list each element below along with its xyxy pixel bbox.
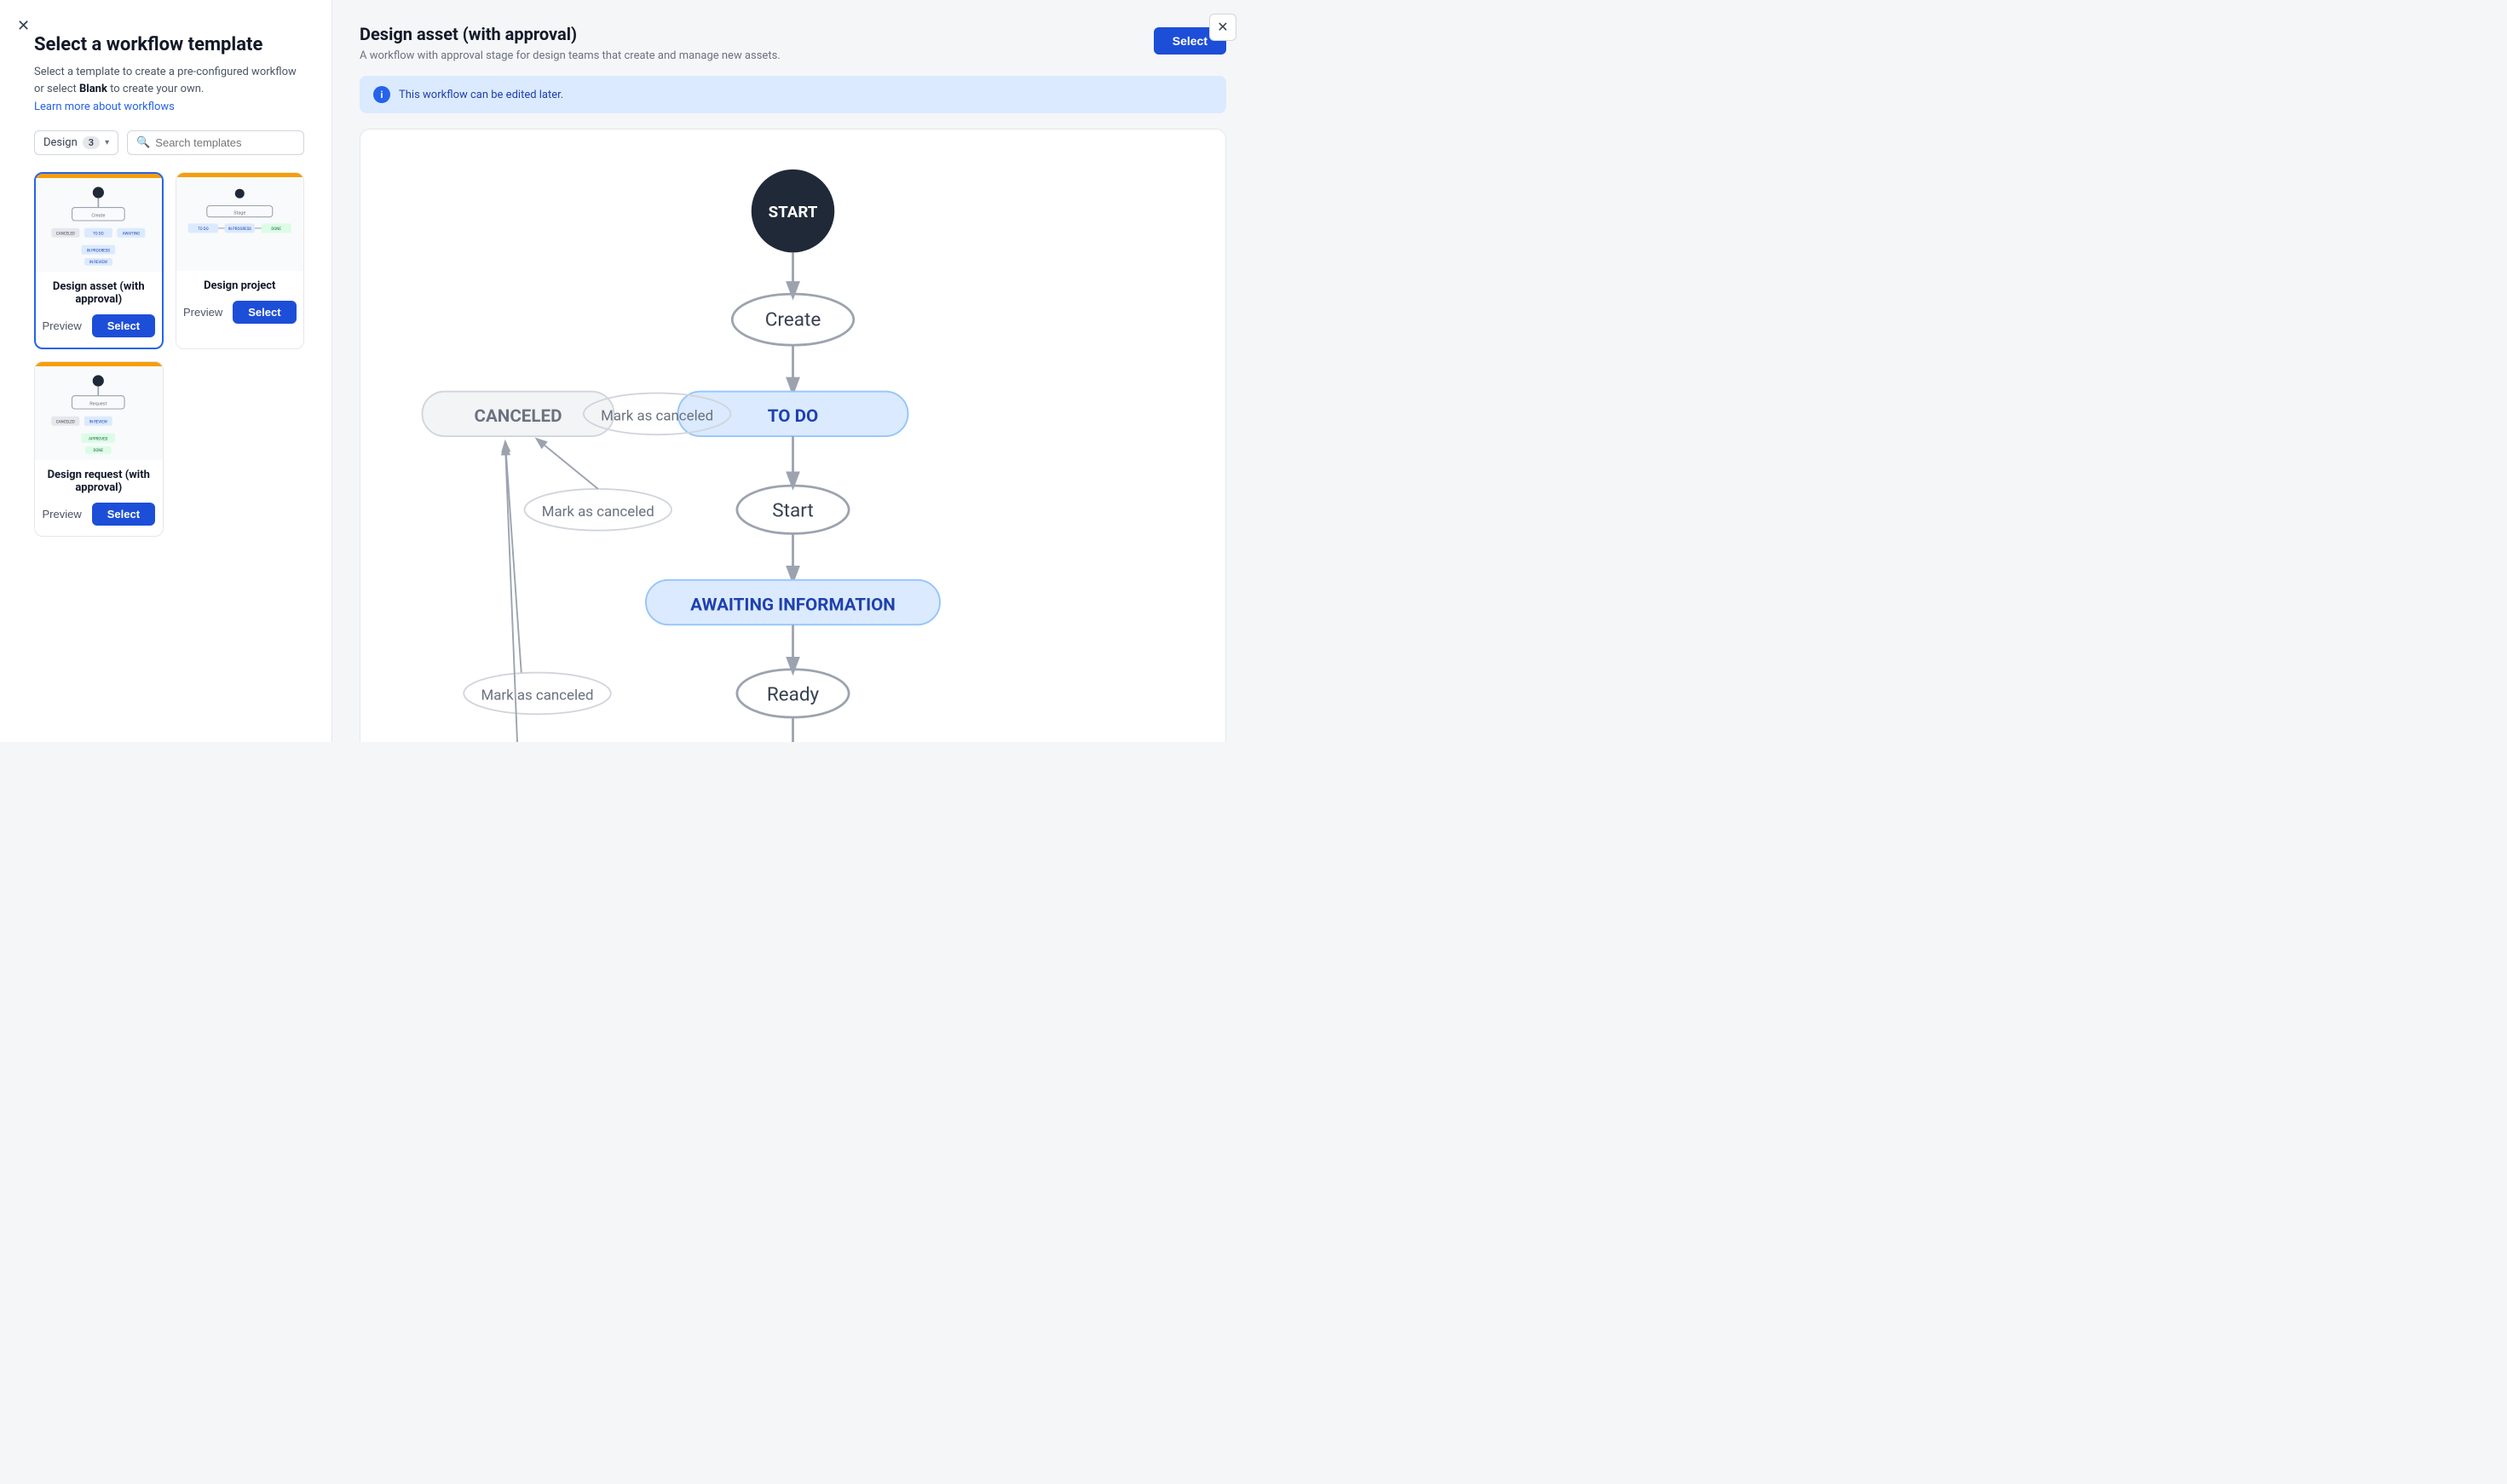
card-preview-design-project: Stage TO DO IN PROGRESS DONE bbox=[176, 177, 304, 271]
close-icon-right: ✕ bbox=[1217, 19, 1228, 36]
panel-subtitle: Select a template to create a pre-config… bbox=[34, 64, 304, 97]
card-body-design-request: Design request (with approval) Preview S… bbox=[35, 460, 163, 536]
card-body-design-asset: Design asset (with approval) Preview Sel… bbox=[36, 272, 162, 348]
card-actions-design-request: Preview Select bbox=[47, 503, 151, 526]
preview-button-design-request[interactable]: Preview bbox=[42, 508, 81, 521]
category-filter-dropdown[interactable]: Design 3 ▾ bbox=[34, 130, 118, 155]
card-title-design-asset: Design asset (with approval) bbox=[48, 280, 150, 306]
start-label: START bbox=[769, 203, 818, 221]
filter-label: Design bbox=[43, 136, 78, 149]
search-icon: 🔍 bbox=[136, 136, 150, 149]
create-label: Create bbox=[765, 309, 821, 331]
right-panel: ✕ Design asset (with approval) A workflo… bbox=[332, 0, 1254, 742]
card-title-design-project: Design project bbox=[188, 279, 292, 292]
preview-button-design-asset[interactable]: Preview bbox=[42, 319, 81, 332]
svg-text:TO DO: TO DO bbox=[198, 227, 209, 232]
select-button-design-project[interactable]: Select bbox=[233, 301, 296, 324]
svg-text:TO DO: TO DO bbox=[93, 232, 104, 236]
svg-text:Request: Request bbox=[90, 401, 107, 406]
svg-text:Create: Create bbox=[92, 213, 106, 218]
mark-canceled-3-label: Mark as canceled bbox=[481, 687, 593, 704]
awaiting-label: AWAITING INFORMATION bbox=[690, 595, 896, 615]
svg-text:IN PROGRESS: IN PROGRESS bbox=[228, 227, 252, 232]
info-banner-text: This workflow can be edited later. bbox=[399, 89, 563, 101]
filters-row: Design 3 ▾ 🔍 bbox=[34, 130, 304, 155]
modal-container: ✕ Select a workflow template Select a te… bbox=[0, 0, 1254, 742]
template-card-design-request-approval[interactable]: Request CANCELED IN REVIEW APPROVED DONE… bbox=[34, 361, 164, 537]
card-title-design-request: Design request (with approval) bbox=[47, 469, 151, 494]
card-actions-design-asset: Preview Select bbox=[48, 314, 150, 337]
chevron-down-icon: ▾ bbox=[105, 138, 109, 147]
right-header: Design asset (with approval) A workflow … bbox=[360, 24, 1226, 62]
svg-text:AWAITING: AWAITING bbox=[123, 232, 140, 236]
svg-text:IN REVIEW: IN REVIEW bbox=[89, 261, 107, 265]
ready-label: Ready bbox=[767, 683, 820, 705]
svg-text:CANCELED: CANCELED bbox=[56, 232, 75, 236]
template-cards-grid: Create CANCELED TO DO AWAITING IN PROGRE… bbox=[34, 172, 304, 537]
mark-canceled-2-label: Mark as canceled bbox=[542, 503, 654, 521]
right-panel-title: Design asset (with approval) bbox=[360, 24, 781, 44]
svg-text:CANCELED: CANCELED bbox=[56, 420, 75, 424]
svg-text:DONE: DONE bbox=[94, 449, 104, 453]
svg-text:Stage: Stage bbox=[233, 210, 245, 216]
svg-text:IN REVIEW: IN REVIEW bbox=[89, 420, 107, 424]
svg-text:IN PROGRESS: IN PROGRESS bbox=[87, 249, 111, 253]
template-card-design-project[interactable]: Stage TO DO IN PROGRESS DONE Design proj… bbox=[176, 172, 305, 349]
card-body-design-project: Design project Preview Select bbox=[176, 271, 304, 334]
select-button-design-asset[interactable]: Select bbox=[92, 314, 155, 337]
workflow-diagram-svg: START Create TO DO CANCELED Mark as canc… bbox=[377, 155, 1208, 742]
filter-count-badge: 3 bbox=[83, 136, 100, 149]
left-panel: ✕ Select a workflow template Select a te… bbox=[0, 0, 332, 742]
info-banner: i This workflow can be edited later. bbox=[360, 76, 1226, 113]
info-icon: i bbox=[373, 86, 390, 103]
preview-button-design-project[interactable]: Preview bbox=[183, 306, 222, 319]
right-panel-subtitle: A workflow with approval stage for desig… bbox=[360, 49, 781, 62]
right-header-text: Design asset (with approval) A workflow … bbox=[360, 24, 781, 62]
workflow-preview-box: START Create TO DO CANCELED Mark as canc… bbox=[360, 129, 1226, 742]
card-preview-design-request: Request CANCELED IN REVIEW APPROVED DONE bbox=[35, 366, 163, 460]
template-card-design-asset-approval[interactable]: Create CANCELED TO DO AWAITING IN PROGRE… bbox=[34, 172, 164, 349]
search-input[interactable] bbox=[155, 136, 295, 149]
close-button-right[interactable]: ✕ bbox=[1209, 14, 1236, 41]
todo-label: TO DO bbox=[768, 406, 818, 427]
select-button-design-request[interactable]: Select bbox=[92, 503, 155, 526]
close-icon-left: ✕ bbox=[17, 17, 30, 34]
svg-text:DONE: DONE bbox=[271, 227, 281, 232]
card-actions-design-project: Preview Select bbox=[188, 301, 292, 324]
search-box: 🔍 bbox=[127, 130, 304, 155]
mark-canceled-1-label: Mark as canceled bbox=[601, 407, 713, 424]
panel-title: Select a workflow template bbox=[34, 34, 304, 55]
canceled-label: CANCELED bbox=[474, 406, 562, 427]
start-action-label: Start bbox=[772, 500, 814, 522]
learn-more-link[interactable]: Learn more about workflows bbox=[34, 101, 304, 113]
close-button-left[interactable]: ✕ bbox=[14, 14, 33, 38]
card-preview-design-asset: Create CANCELED TO DO AWAITING IN PROGRE… bbox=[36, 178, 162, 272]
svg-text:APPROVED: APPROVED bbox=[89, 437, 108, 441]
